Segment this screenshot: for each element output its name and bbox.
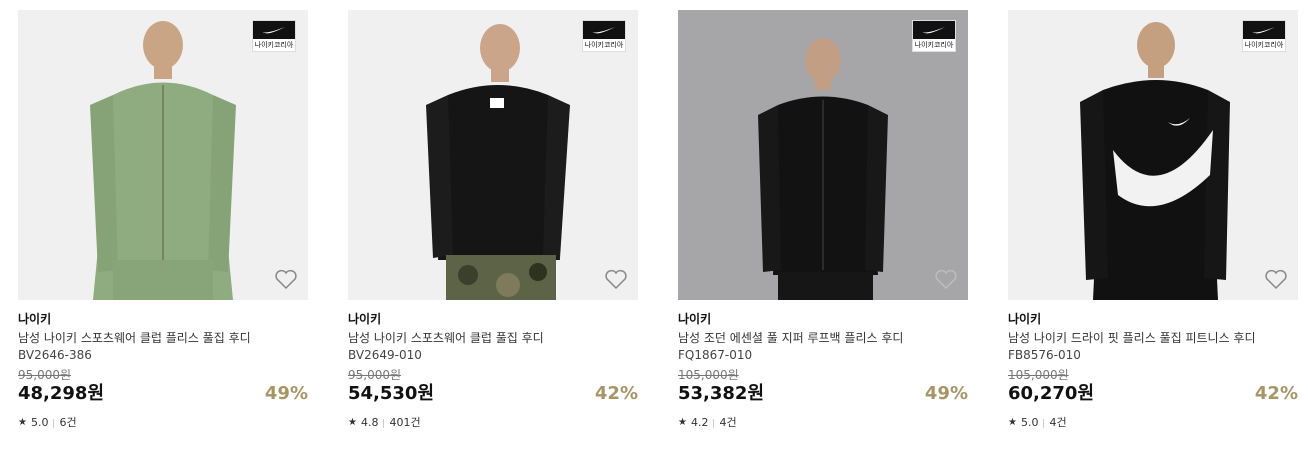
star-icon: ★ — [348, 417, 357, 428]
product-name[interactable]: 남성 나이키 드라이 핏 플리스 풀집 피트니스 후디 — [1008, 330, 1298, 346]
badge-label: 나이키코리아 — [584, 41, 624, 49]
price-row: 60,270원 42% — [1008, 382, 1298, 406]
price-row: 48,298원 49% — [18, 382, 308, 406]
review-count: 4건 — [719, 416, 737, 429]
badge-label: 나이키코리아 — [1244, 41, 1284, 49]
rating-score: 5.0 — [30, 416, 49, 429]
divider — [1043, 418, 1045, 428]
divider — [713, 418, 715, 428]
sale-price: 60,270원 — [1008, 383, 1095, 404]
product-card[interactable]: 나이키코리아 나이키 남성 조던 에센셜 풀 지퍼 루프백 플리스 후디 FQ1… — [678, 10, 968, 430]
badge-label: 나이키코리아 — [914, 41, 954, 49]
star-icon: ★ — [678, 417, 687, 428]
discount-rate: 49% — [924, 383, 968, 404]
sale-price: 53,382원 — [678, 383, 765, 404]
sale-price: 48,298원 — [18, 383, 105, 404]
product-photo — [1008, 10, 1298, 300]
product-name[interactable]: 남성 나이키 스포츠웨어 클럽 플리스 풀집 후디 — [18, 330, 308, 346]
heart-icon[interactable] — [934, 268, 958, 290]
product-card[interactable]: 나이키코리아 나이키 남성 나이키 스포츠웨어 클럽 풀집 후디 BV2649-… — [348, 10, 638, 430]
heart-icon[interactable] — [1264, 268, 1288, 290]
review-count: 401건 — [389, 416, 421, 429]
product-brand[interactable]: 나이키 — [1008, 311, 1298, 327]
divider — [53, 418, 55, 428]
product-image[interactable]: 나이키코리아 — [348, 10, 638, 300]
discount-rate: 42% — [594, 383, 638, 404]
product-brand[interactable]: 나이키 — [18, 311, 308, 327]
divider — [383, 418, 385, 428]
heart-icon[interactable] — [604, 268, 628, 290]
product-name[interactable]: 남성 나이키 스포츠웨어 클럽 풀집 후디 — [348, 330, 638, 346]
rating-score: 5.0 — [1020, 416, 1039, 429]
nike-swoosh-icon — [592, 27, 615, 34]
price-row: 53,382원 49% — [678, 382, 968, 406]
brand-badge: 나이키코리아 — [1242, 20, 1286, 52]
star-icon: ★ — [18, 417, 27, 428]
product-photo — [18, 10, 308, 300]
nike-swoosh-icon — [1252, 27, 1275, 34]
product-card[interactable]: 나이키코리아 나이키 남성 나이키 스포츠웨어 클럽 플리스 풀집 후디 BV2… — [18, 10, 308, 430]
review-count: 4건 — [1049, 416, 1067, 429]
product-photo — [348, 10, 638, 300]
product-brand[interactable]: 나이키 — [678, 311, 968, 327]
badge-label: 나이키코리아 — [254, 41, 294, 49]
price-row: 54,530원 42% — [348, 382, 638, 406]
star-icon: ★ — [1008, 417, 1017, 428]
product-code: FB8576-010 — [1008, 348, 1081, 362]
brand-badge: 나이키코리아 — [912, 20, 956, 52]
nike-swoosh-icon — [922, 27, 945, 34]
product-card[interactable]: 나이키코리아 나이키 남성 나이키 드라이 핏 플리스 풀집 피트니스 후디 F… — [1008, 10, 1298, 430]
original-price: 105,000원 — [678, 368, 739, 382]
product-image[interactable]: 나이키코리아 — [678, 10, 968, 300]
original-price: 95,000원 — [348, 368, 402, 382]
product-photo — [678, 10, 968, 300]
rating-info: ★ 4.8 401건 — [348, 416, 638, 430]
product-image[interactable]: 나이키코리아 — [18, 10, 308, 300]
product-brand[interactable]: 나이키 — [348, 311, 638, 327]
nike-swoosh-icon — [262, 27, 285, 34]
original-price: 105,000원 — [1008, 368, 1069, 382]
sale-price: 54,530원 — [348, 383, 435, 404]
rating-score: 4.8 — [360, 416, 379, 429]
product-image[interactable]: 나이키코리아 — [1008, 10, 1298, 300]
discount-rate: 49% — [264, 383, 308, 404]
review-count: 6건 — [59, 416, 77, 429]
product-code: BV2646-386 — [18, 348, 92, 362]
product-grid: 나이키코리아 나이키 남성 나이키 스포츠웨어 클럽 플리스 풀집 후디 BV2… — [0, 0, 1308, 453]
brand-badge: 나이키코리아 — [582, 20, 626, 52]
product-code: BV2649-010 — [348, 348, 422, 362]
heart-icon[interactable] — [274, 268, 298, 290]
product-code: FQ1867-010 — [678, 348, 753, 362]
product-name[interactable]: 남성 조던 에센셜 풀 지퍼 루프백 플리스 후디 — [678, 330, 968, 346]
rating-info: ★ 5.0 6건 — [18, 416, 308, 430]
brand-badge: 나이키코리아 — [252, 20, 296, 52]
original-price: 95,000원 — [18, 368, 72, 382]
rating-score: 4.2 — [690, 416, 709, 429]
discount-rate: 42% — [1254, 383, 1298, 404]
rating-info: ★ 4.2 4건 — [678, 416, 968, 430]
rating-info: ★ 5.0 4건 — [1008, 416, 1298, 430]
